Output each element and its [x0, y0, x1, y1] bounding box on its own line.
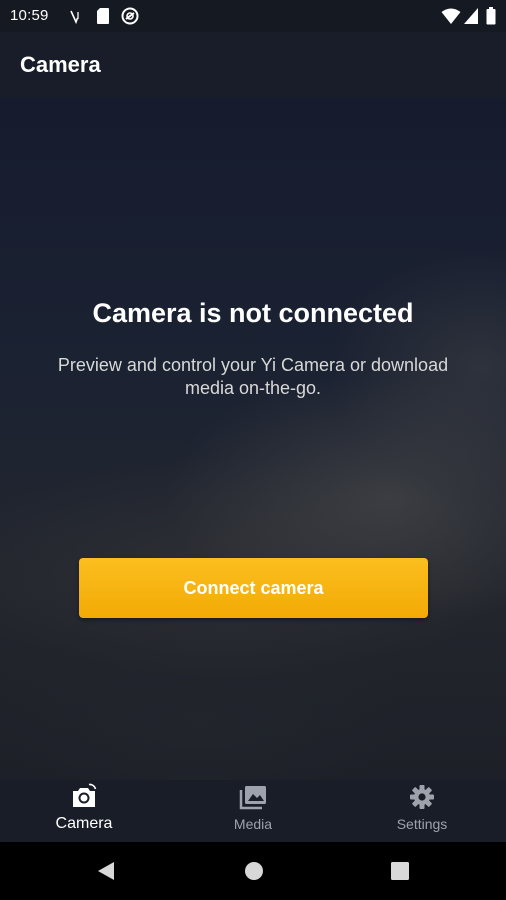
- sd-card-icon: [96, 7, 110, 30]
- home-icon[interactable]: [244, 861, 264, 886]
- gear-icon: [408, 783, 436, 816]
- connect-camera-button[interactable]: Connect camera: [79, 558, 428, 618]
- nav-item-media[interactable]: Media: [169, 780, 337, 842]
- nav-item-camera[interactable]: Camera: [0, 780, 168, 842]
- bottom-nav: Camera Media Settings: [0, 780, 506, 842]
- battery-icon: [486, 7, 496, 30]
- voicemail-icon: [68, 7, 84, 30]
- main-content: Camera is not connected Preview and cont…: [0, 98, 506, 780]
- nav-label-media: Media: [233, 816, 273, 832]
- wifi-icon: [441, 7, 461, 30]
- data-saver-icon: [120, 7, 140, 30]
- status-bar: 10:59: [0, 0, 506, 32]
- nav-label-settings: Settings: [396, 816, 448, 832]
- media-gallery-icon: [238, 783, 268, 816]
- status-time: 10:59: [10, 7, 49, 24]
- camera-icon: [70, 783, 98, 816]
- cell-signal-icon: [463, 7, 479, 30]
- nav-label-camera: Camera: [55, 815, 113, 832]
- nav-item-settings[interactable]: Settings: [338, 780, 506, 842]
- back-icon[interactable]: [96, 861, 116, 886]
- system-nav-bar: [0, 842, 506, 900]
- recents-icon[interactable]: [390, 861, 410, 886]
- page-title: Camera: [20, 52, 101, 77]
- app-screen: 10:59 Camera Camera is not connected Pre…: [0, 0, 506, 900]
- not-connected-subtitle: Preview and control your Yi Camera or do…: [57, 355, 449, 398]
- not-connected-title: Camera is not connected: [92, 298, 414, 328]
- app-bar: Camera: [0, 32, 506, 98]
